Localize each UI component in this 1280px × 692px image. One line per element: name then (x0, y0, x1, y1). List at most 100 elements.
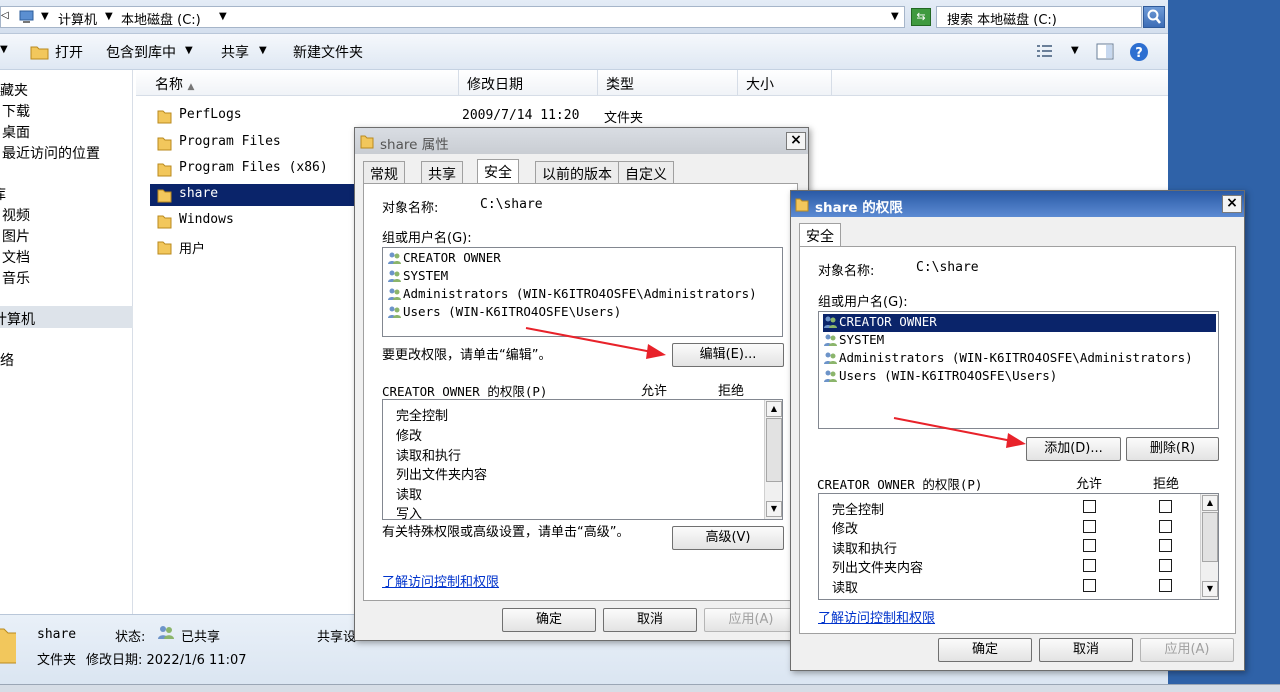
breadcrumb[interactable]: ◁ ▼ 计算机 ▼ 本地磁盘 (C:) ▼ ▼ (0, 6, 905, 28)
ok-button[interactable]: 确定 (502, 608, 596, 632)
chevron-down-icon[interactable]: ▼ (41, 11, 49, 22)
nav-videos[interactable]: 视频 (2, 205, 30, 225)
view-dropdown-icon[interactable]: ▼ (1071, 45, 1079, 56)
deny-list-folder-checkbox[interactable] (1159, 559, 1172, 572)
user-list-item[interactable]: CREATOR OWNER (387, 250, 501, 268)
nav-recent[interactable]: 最近访问的位置 (2, 143, 100, 163)
nav-desktop[interactable]: 桌面 (2, 122, 30, 142)
user-list-item[interactable]: Users (WIN-K6ITRO4OSFE\Users) (823, 368, 1057, 386)
cancel-button[interactable]: 取消 (1039, 638, 1133, 662)
file-row[interactable]: Program Files (150, 132, 360, 154)
edit-button[interactable]: 编辑(E)... (672, 343, 784, 367)
open-button[interactable]: 打开 (55, 42, 83, 62)
breadcrumb-computer[interactable]: 计算机 (58, 9, 97, 28)
ok-button[interactable]: 确定 (938, 638, 1032, 662)
new-folder-button[interactable]: 新建文件夹 (293, 42, 363, 62)
perm-item: 完全控制 (396, 409, 449, 424)
users-icon (824, 370, 837, 382)
column-modified[interactable]: 修改日期 (459, 70, 598, 96)
file-row[interactable]: Program Files (x86) (150, 158, 360, 180)
users-icon (824, 334, 837, 346)
nav-pictures[interactable]: 图片 (2, 226, 30, 246)
nav-computer[interactable]: 计算机 (0, 309, 35, 329)
apply-button: 应用(A) (1140, 638, 1234, 662)
nav-music[interactable]: 音乐 (2, 268, 30, 288)
deny-label: 拒绝 (1153, 477, 1180, 492)
user-list-item[interactable]: SYSTEM (387, 268, 448, 286)
details-state-value: 已共享 (181, 630, 221, 645)
preview-pane-icon[interactable] (1096, 43, 1114, 60)
permissions-dialog: share 的权限 × 安全 对象名称: C:\share 组或用户名(G): … (790, 190, 1245, 671)
file-name: Program Files (179, 134, 281, 149)
chevron-down-icon[interactable]: ▼ (105, 11, 113, 22)
advanced-button[interactable]: 高级(V) (672, 526, 784, 550)
tab-custom[interactable]: 自定义 (618, 161, 674, 183)
tab-security[interactable]: 安全 (799, 223, 841, 247)
search-input[interactable]: 搜索 本地磁盘 (C:) (936, 6, 1142, 28)
file-row[interactable]: Windows (150, 210, 360, 232)
deny-full-control-checkbox[interactable] (1159, 500, 1172, 513)
nav-documents[interactable]: 文档 (2, 247, 30, 267)
allow-list-folder-checkbox[interactable] (1083, 559, 1096, 572)
allow-modify-checkbox[interactable] (1083, 520, 1096, 533)
breadcrumb-drive[interactable]: 本地磁盘 (C:) (121, 9, 201, 28)
nav-libraries[interactable]: 库 (0, 184, 6, 204)
column-size[interactable]: 大小 (738, 70, 832, 96)
scroll-down-icon[interactable]: ▼ (766, 501, 782, 517)
properties-title: share 属性 (380, 137, 449, 153)
column-type[interactable]: 类型 (598, 70, 738, 96)
properties-dialog: share 属性 × 常规 共享 安全 以前的版本 自定义 对象名称: C:\s… (354, 127, 809, 641)
deny-read-checkbox[interactable] (1159, 579, 1172, 592)
nav-network[interactable]: 网络 (0, 350, 14, 370)
properties-titlebar[interactable]: share 属性 (355, 128, 808, 154)
allow-full-control-checkbox[interactable] (1083, 500, 1096, 513)
column-name[interactable]: 名称 ▲ (147, 70, 459, 96)
share-button[interactable]: 共享 (221, 42, 249, 62)
tab-sharing[interactable]: 共享 (421, 161, 463, 183)
user-list-item-selected[interactable]: CREATOR OWNER (823, 314, 1216, 332)
scroll-up-icon[interactable]: ▲ (766, 401, 782, 417)
deny-read-execute-checkbox[interactable] (1159, 539, 1172, 552)
organize-dropdown-icon[interactable]: ▼ (0, 44, 8, 55)
view-list-icon[interactable] (1036, 43, 1054, 59)
chevron-down-icon[interactable]: ▼ (185, 45, 193, 56)
allow-read-checkbox[interactable] (1083, 579, 1096, 592)
search-icon[interactable] (1143, 6, 1165, 28)
cancel-button[interactable]: 取消 (603, 608, 697, 632)
scroll-down-icon[interactable]: ▼ (1202, 581, 1218, 597)
user-list-item[interactable]: Administrators (WIN-K6ITRO4OSFE\Administ… (387, 286, 757, 304)
user-list-item[interactable]: Administrators (WIN-K6ITRO4OSFE\Administ… (823, 350, 1193, 368)
file-name: Windows (179, 212, 234, 227)
user-list-item[interactable]: Users (WIN-K6ITRO4OSFE\Users) (387, 304, 621, 322)
learn-more-link[interactable]: 了解访问控制和权限 (382, 571, 499, 590)
scroll-thumb[interactable] (1202, 512, 1218, 562)
back-icon[interactable]: ◁ (1, 10, 9, 21)
chevron-down-icon[interactable]: ▼ (219, 11, 227, 22)
tab-previous-versions[interactable]: 以前的版本 (535, 161, 619, 183)
scroll-thumb[interactable] (766, 418, 782, 482)
deny-modify-checkbox[interactable] (1159, 520, 1172, 533)
help-icon[interactable]: ? (1129, 42, 1149, 62)
permissions-titlebar[interactable]: share 的权限 (791, 191, 1244, 217)
history-dropdown-icon[interactable]: ▼ (891, 11, 899, 22)
close-button[interactable]: × (786, 132, 806, 150)
scrollbar[interactable]: ▲ ▼ (764, 400, 782, 519)
allow-read-execute-checkbox[interactable] (1083, 539, 1096, 552)
nav-favorites[interactable]: 收藏夹 (0, 80, 28, 100)
scrollbar[interactable]: ▲ ▼ (1200, 494, 1218, 599)
file-row[interactable]: 用户 (150, 236, 360, 258)
user-list-item[interactable]: SYSTEM (823, 332, 884, 350)
file-row[interactable]: PerfLogs (150, 105, 360, 127)
nav-downloads[interactable]: 下载 (2, 101, 30, 121)
chevron-down-icon[interactable]: ▼ (259, 45, 267, 56)
learn-more-link[interactable]: 了解访问控制和权限 (818, 607, 935, 626)
tab-general[interactable]: 常规 (363, 161, 405, 183)
file-row-selected[interactable]: share (150, 184, 360, 206)
remove-button[interactable]: 删除(R) (1126, 437, 1219, 461)
close-button[interactable]: × (1222, 195, 1242, 213)
tab-security[interactable]: 安全 (477, 159, 519, 183)
include-library-button[interactable]: 包含到库中 (106, 42, 176, 62)
refresh-icon[interactable]: ⇆ (911, 8, 931, 26)
add-button[interactable]: 添加(D)... (1026, 437, 1121, 461)
scroll-up-icon[interactable]: ▲ (1202, 495, 1218, 511)
